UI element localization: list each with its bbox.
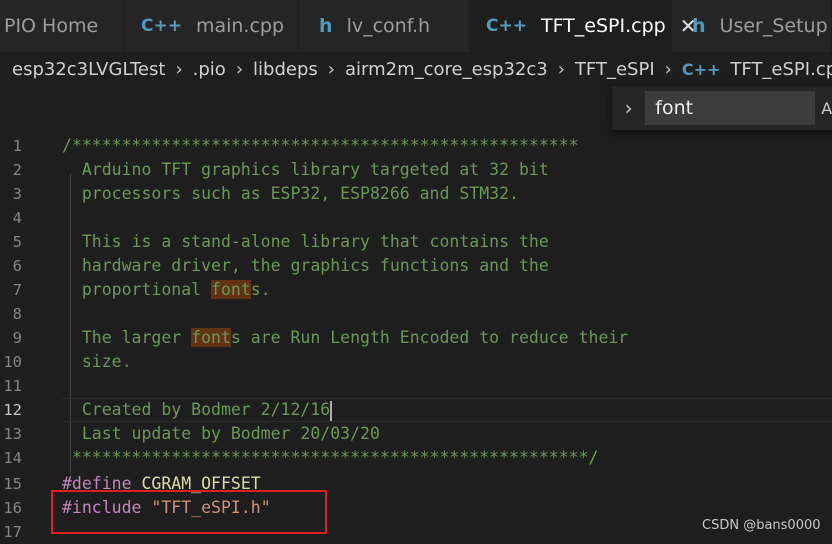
- code-line: Last update by Bodmer 20/03/20: [62, 424, 380, 443]
- breadcrumb-item[interactable]: TFT_eSPI: [575, 59, 655, 80]
- chevron-right-icon: ›: [235, 58, 244, 80]
- breadcrumb: esp32c3LVGLTest › .pio › libdeps › airm2…: [0, 52, 832, 86]
- find-input[interactable]: [645, 91, 816, 125]
- editor-tab-bar: PIO Home C++ main.cpp h lv_conf.h C++ TF…: [0, 0, 832, 52]
- code-line: proportional fonts.: [62, 278, 271, 302]
- code-line: size.: [62, 352, 132, 371]
- chevron-right-icon: ›: [557, 58, 565, 80]
- breadcrumb-item[interactable]: libdeps: [253, 59, 318, 80]
- line-number: 10: [3, 353, 22, 371]
- tab-label: PIO Home: [4, 15, 99, 37]
- toggle-replace-icon[interactable]: ›: [612, 96, 645, 120]
- line-number: 1: [12, 137, 22, 155]
- chevron-right-icon: ›: [175, 58, 183, 80]
- tab-lv-conf-h[interactable]: h lv_conf.h: [299, 0, 470, 52]
- line-number: 14: [3, 449, 22, 467]
- cpp-file-icon: C++: [681, 59, 721, 79]
- line-number: 5: [12, 233, 22, 251]
- code-line: processors such as ESP32, ESP8266 and ST…: [62, 184, 519, 203]
- tab-label: lv_conf.h: [346, 15, 431, 37]
- breadcrumb-file[interactable]: TFT_eSPI.cpp: [730, 59, 832, 80]
- tab-label: TFT_eSPI.cpp: [540, 15, 666, 37]
- code-line: Created by Bodmer 2/12/16: [62, 398, 333, 422]
- match-case-button[interactable]: Aa: [821, 99, 832, 118]
- line-number-current: 12: [3, 401, 22, 419]
- header-file-icon: h: [319, 15, 333, 37]
- tab-pio-home[interactable]: PIO Home: [0, 0, 125, 52]
- find-match-highlight: font: [191, 328, 231, 347]
- code-line: /***************************************…: [62, 136, 579, 155]
- code-line: This is a stand-alone library that conta…: [62, 232, 549, 251]
- line-number: 16: [3, 499, 22, 517]
- text-cursor: [330, 400, 333, 421]
- tab-tft-espi-cpp[interactable]: C++ TFT_eSPI.cpp ✕: [470, 0, 696, 52]
- watermark: CSDN @bans0000: [702, 518, 821, 533]
- line-number: 4: [12, 209, 22, 227]
- code-line: ****************************************…: [62, 448, 599, 467]
- tab-label: User_Setup: [719, 15, 828, 37]
- code-text: proportional: [62, 280, 212, 299]
- tab-user-setup[interactable]: h User_Setup: [672, 0, 832, 52]
- code-text: s are Run Length Encoded to reduce their: [230, 328, 629, 347]
- header-file-icon: h: [692, 15, 706, 37]
- line-number: 9: [12, 329, 22, 347]
- tab-main-cpp[interactable]: C++ main.cpp: [125, 0, 300, 52]
- code-text: Created by Bodmer 2/12/16: [62, 400, 331, 419]
- breadcrumb-item[interactable]: esp32c3LVGLTest: [12, 59, 165, 80]
- breadcrumb-item[interactable]: airm2m_core_esp32c3: [345, 59, 548, 80]
- code-text: s.: [250, 280, 271, 299]
- breadcrumb-item[interactable]: .pio: [193, 59, 226, 80]
- line-number: 6: [12, 257, 22, 275]
- code-line: hardware driver, the graphics functions …: [62, 256, 549, 275]
- code-editor[interactable]: 1 /*************************************…: [0, 134, 832, 542]
- code-line: Arduino TFT graphics library targeted at…: [62, 160, 549, 179]
- cpp-file-icon: C++: [486, 16, 527, 36]
- line-number: 17: [3, 523, 22, 541]
- line-number: 15: [3, 475, 22, 493]
- annotation-highlight-box: [51, 490, 327, 534]
- chevron-right-icon: ›: [327, 58, 335, 80]
- chevron-right-icon: ›: [664, 58, 672, 80]
- tab-label: main.cpp: [195, 15, 285, 37]
- line-number: 8: [12, 305, 22, 323]
- code-text: The larger: [62, 328, 192, 347]
- find-match-highlight: font: [211, 280, 251, 299]
- line-number: 13: [3, 425, 22, 443]
- line-number: 3: [12, 185, 22, 203]
- line-number: 2: [12, 161, 22, 179]
- code-line: The larger fonts are Run Length Encoded …: [62, 326, 628, 350]
- line-number: 11: [3, 377, 22, 395]
- line-number: 7: [12, 281, 22, 299]
- cpp-file-icon: C++: [140, 16, 182, 36]
- find-widget: › Aa: [612, 86, 832, 130]
